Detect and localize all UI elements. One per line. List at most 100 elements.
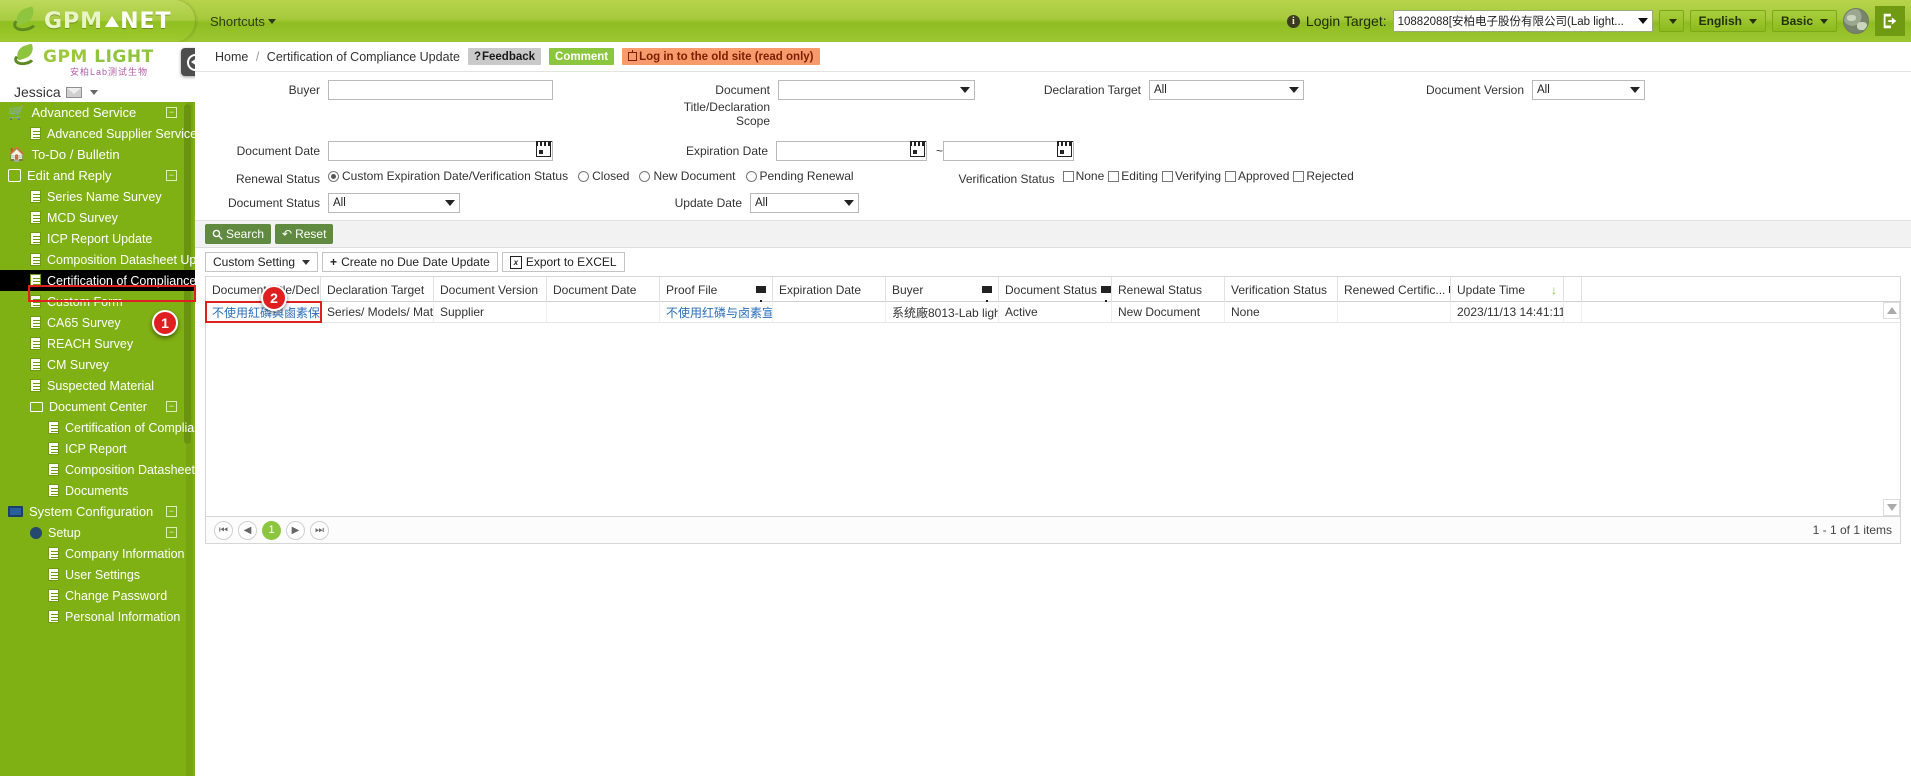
collapse-toggle-icon[interactable]: − [166, 401, 177, 412]
column-header-col[interactable] [1564, 277, 1582, 302]
sidebar-item-suspected-material[interactable]: Suspected Material [0, 375, 195, 396]
shortcuts-menu[interactable]: Shortcuts [210, 14, 276, 29]
sidebar-item-to-do-bulletin[interactable]: 🏠 To-Do / Bulletin [0, 144, 195, 165]
custom-setting-button[interactable]: Custom Setting [205, 252, 319, 272]
verification-option-1[interactable]: Editing [1108, 169, 1158, 183]
column-header-expiration-date[interactable]: Expiration Date [773, 277, 886, 302]
column-header-buyer[interactable]: Buyer [886, 277, 999, 302]
sidebar-item-composition-datasheet-update[interactable]: Composition Datasheet Update [0, 249, 195, 270]
column-header-update-time[interactable]: Update Time ↓ [1451, 277, 1564, 302]
sidebar-item-reach-survey[interactable]: REACH Survey [0, 333, 195, 354]
calendar-icon[interactable] [909, 140, 926, 157]
logout-button[interactable] [1875, 6, 1905, 36]
column-header-verification-status[interactable]: Verification Status [1225, 277, 1338, 302]
sidebar-item-advanced-supplier-service[interactable]: Advanced Supplier Service [0, 123, 195, 144]
declaration-target-select[interactable]: All [1149, 80, 1304, 100]
checkbox-icon[interactable] [1161, 170, 1173, 182]
feedback-button[interactable]: ? Feedback [467, 48, 542, 65]
sidebar-item-user-settings[interactable]: User Settings [0, 564, 195, 585]
radio-icon[interactable] [639, 170, 651, 182]
collapse-toggle-icon[interactable]: − [166, 170, 177, 181]
sidebar-item-mcd-survey[interactable]: MCD Survey [0, 207, 195, 228]
checkbox-icon[interactable] [1108, 170, 1120, 182]
pager-first-button[interactable]: ⏮ [214, 520, 233, 540]
pager-last-button[interactable]: ⏭ [310, 520, 329, 540]
column-header-declaration-target[interactable]: Declaration Target [321, 277, 434, 302]
login-target-dropdown-button[interactable] [1658, 10, 1684, 32]
pager-prev-button[interactable]: ◀ [238, 520, 257, 540]
sidebar-item-cm-survey[interactable]: CM Survey [0, 354, 195, 375]
column-header-renewed-certific[interactable]: Renewed Certific... [1338, 277, 1451, 302]
filter-icon[interactable] [1101, 286, 1111, 302]
collapse-toggle-icon[interactable]: − [166, 107, 177, 118]
sort-descending-icon[interactable]: ↓ [1551, 283, 1557, 297]
sidebar-collapse-button[interactable] [181, 48, 195, 76]
grid-scroll-down-button[interactable] [1883, 499, 1900, 516]
column-header-document-date[interactable]: Document Date [547, 277, 660, 302]
column-header-renewal-status[interactable]: Renewal Status [1112, 277, 1225, 302]
sidebar-item-composition-datasheet[interactable]: Composition Datasheet [0, 459, 195, 480]
sidebar-item-company-information[interactable]: Company Information [0, 543, 195, 564]
old-site-button[interactable]: Log in to the old site (read only) [622, 48, 820, 65]
checkbox-icon[interactable] [1062, 170, 1074, 182]
sidebar-item-icp-report-update[interactable]: ICP Report Update [0, 228, 195, 249]
sidebar-item-series-name-survey[interactable]: Series Name Survey [0, 186, 195, 207]
verification-option-2[interactable]: Verifying [1161, 169, 1221, 183]
chevron-down-icon[interactable] [89, 89, 98, 95]
radio-icon[interactable] [745, 170, 757, 182]
sidebar-item-certification-of-compliance-update[interactable]: Certification of Compliance Update [0, 270, 195, 291]
pager-next-button[interactable]: ▶ [286, 520, 305, 540]
sidebar-item-icp-report[interactable]: ICP Report [0, 438, 195, 459]
buyer-input[interactable] [328, 80, 553, 100]
sidebar-item-custom-form[interactable]: Custom Form [0, 291, 195, 312]
column-header-document-status[interactable]: Document Status [999, 277, 1112, 302]
renewal-option-0[interactable]: Custom Expiration Date/Verification Stat… [328, 169, 568, 183]
table-row[interactable]: 不使用紅磷與鹵素保證...Series/ Models/ Materi...Su… [205, 301, 1900, 323]
sidebar-item-edit-and-reply[interactable]: Edit and Reply − [0, 165, 195, 186]
create-no-due-date-update-button[interactable]: + Create no Due Date Update [322, 252, 498, 272]
filter-icon[interactable] [982, 286, 992, 302]
renewal-option-2[interactable]: New Document [639, 169, 736, 183]
renewal-option-3[interactable]: Pending Renewal [745, 169, 854, 183]
verification-option-4[interactable]: Rejected [1293, 169, 1354, 183]
collapse-toggle-icon[interactable]: − [166, 527, 177, 538]
language-button[interactable]: English [1689, 10, 1766, 32]
user-row[interactable]: Jessica [14, 84, 195, 100]
verification-option-3[interactable]: Approved [1225, 169, 1289, 183]
breadcrumb-home[interactable]: Home [215, 50, 248, 64]
column-header-document-version[interactable]: Document Version [434, 277, 547, 302]
globe-icon[interactable] [1843, 8, 1869, 34]
sidebar-item-advanced-service[interactable]: 🛒 Advanced Service − [0, 102, 195, 123]
sidebar-item-change-password[interactable]: Change Password [0, 585, 195, 606]
doc-title-select[interactable] [778, 80, 975, 100]
sidebar-item-setup[interactable]: Setup − [0, 522, 195, 543]
search-button[interactable]: Search [205, 224, 272, 244]
radio-icon[interactable] [578, 170, 590, 182]
sidebar-item-documents[interactable]: Documents [0, 480, 195, 501]
sidebar-item-certification-of-compliance[interactable]: Certification of Compliance [0, 417, 195, 438]
info-icon[interactable]: i [1286, 14, 1300, 28]
cell-text[interactable]: 不使用红磷与卤素宣告... [666, 304, 772, 321]
sidebar-item-system-configuration[interactable]: System Configuration − [0, 501, 195, 522]
mode-button[interactable]: Basic [1771, 10, 1837, 32]
login-target-select[interactable]: 10882088[安柏电子股份有限公司(Lab light... [1392, 10, 1653, 32]
renewal-option-1[interactable]: Closed [578, 169, 629, 183]
update-date-select[interactable]: All [750, 193, 859, 213]
verification-option-0[interactable]: None [1062, 169, 1104, 183]
checkbox-icon[interactable] [1293, 170, 1305, 182]
calendar-icon[interactable] [535, 140, 552, 157]
expiration-date-to-input[interactable] [943, 141, 1074, 161]
filter-icon[interactable] [756, 286, 766, 302]
document-date-input[interactable] [328, 141, 553, 161]
document-status-select[interactable]: All [328, 193, 460, 213]
checkbox-icon[interactable] [1225, 170, 1236, 182]
sidebar-item-personal-information[interactable]: Personal Information [0, 606, 195, 627]
grid-scroll-up-button[interactable] [1883, 302, 1900, 319]
mail-icon[interactable] [65, 86, 82, 98]
collapse-toggle-icon[interactable]: − [166, 506, 177, 517]
reset-button[interactable]: ↶ Reset [275, 224, 334, 244]
sidebar-item-document-center[interactable]: Document Center − [0, 396, 195, 417]
cell-proof-file[interactable]: 不使用红磷与卤素宣告... [660, 302, 773, 322]
comment-button[interactable]: Comment [549, 48, 615, 65]
document-version-select[interactable]: All [1532, 80, 1645, 100]
